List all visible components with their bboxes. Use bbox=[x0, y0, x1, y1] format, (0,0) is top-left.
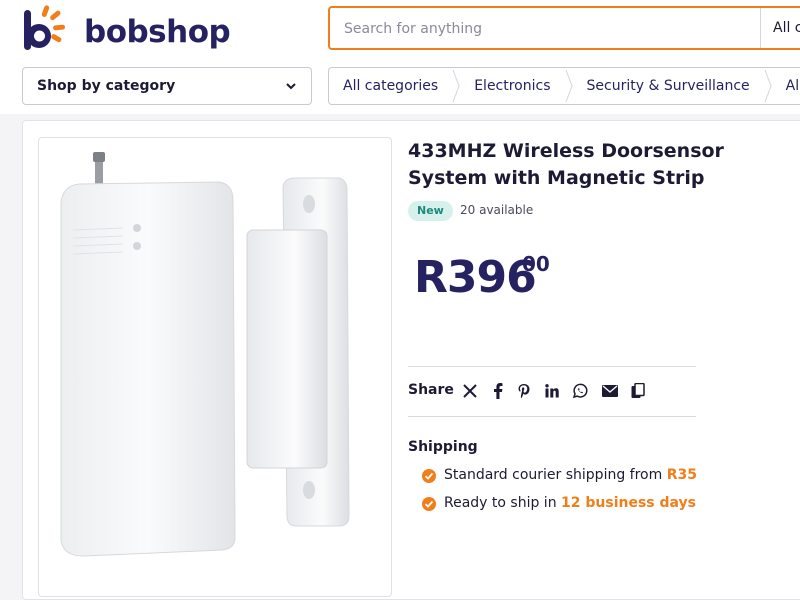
breadcrumb-separator-icon bbox=[452, 69, 460, 103]
shipping-standard-label: Standard courier shipping from bbox=[444, 467, 667, 483]
breadcrumb-alarm-systems[interactable]: Alarm Sy bbox=[772, 68, 800, 104]
shipping-ready-to-ship[interactable]: Ready to ship in 12 business days bbox=[422, 495, 696, 515]
breadcrumb-electronics[interactable]: Electronics bbox=[460, 68, 564, 104]
shipping-price: R35.0 bbox=[666, 467, 696, 483]
check-circle-icon bbox=[422, 497, 436, 511]
search-input[interactable] bbox=[342, 18, 746, 40]
product-title: 433MHZ Wireless Doorsensor System with M… bbox=[408, 138, 724, 192]
linkedin-icon[interactable] bbox=[542, 380, 562, 402]
condition-badge: New bbox=[408, 201, 453, 221]
breadcrumb: All categories Electronics Security & Surv… bbox=[328, 67, 800, 105]
share-label: Share bbox=[408, 382, 454, 398]
shipping-ready-label: Ready to ship in bbox=[444, 495, 562, 511]
breadcrumb-separator-icon bbox=[764, 69, 772, 103]
whatsapp-icon[interactable] bbox=[570, 380, 590, 402]
shop-by-category-dropdown[interactable]: Shop by category bbox=[22, 67, 312, 105]
shipping-ready-text: Ready to ship in 12 business days bbox=[444, 495, 696, 511]
breadcrumb-all-categories[interactable]: All categories bbox=[329, 68, 452, 104]
pinterest-icon[interactable] bbox=[514, 380, 534, 402]
shipping-standard-courier: Standard courier shipping from R35.0 bbox=[422, 467, 696, 487]
product-title-line1: 433MHZ Wireless Doorsensor bbox=[408, 140, 724, 162]
shop-by-category-label: Shop by category bbox=[37, 78, 176, 94]
product-title-line2: System with Magnetic Strip bbox=[408, 167, 705, 189]
search-bar: All c bbox=[328, 6, 800, 50]
breadcrumb-security-surveillance[interactable]: Security & Surveillance bbox=[573, 68, 764, 104]
price: R396 00 bbox=[414, 252, 550, 303]
header: bobshop All c bbox=[0, 0, 800, 62]
email-icon[interactable] bbox=[600, 380, 620, 402]
price-cents: 00 bbox=[522, 252, 550, 276]
divider bbox=[408, 416, 696, 417]
divider bbox=[408, 366, 696, 367]
copy-icon[interactable] bbox=[628, 380, 648, 402]
chevron-down-icon bbox=[286, 83, 296, 90]
x-icon[interactable] bbox=[460, 380, 480, 402]
shipping-standard-text: Standard courier shipping from R35.0 bbox=[444, 467, 696, 483]
breadcrumb-separator-icon bbox=[565, 69, 573, 103]
facebook-icon[interactable] bbox=[488, 380, 508, 402]
logo-mark-icon bbox=[24, 5, 66, 50]
bobshop-logo[interactable]: bobshop bbox=[22, 4, 231, 56]
price-main: R396 bbox=[414, 252, 537, 303]
product-image[interactable] bbox=[38, 137, 392, 597]
availability-text: 20 available bbox=[460, 203, 534, 217]
door-sensor-image bbox=[60, 152, 350, 557]
search-category-select[interactable]: All c bbox=[760, 8, 800, 48]
category-bar: Shop by category All categories Electroni… bbox=[0, 62, 800, 114]
shipping-days: 12 business days bbox=[561, 495, 696, 511]
shipping-title: Shipping bbox=[408, 439, 478, 455]
check-circle-icon bbox=[422, 469, 436, 483]
logo-text: bobshop bbox=[84, 14, 231, 50]
